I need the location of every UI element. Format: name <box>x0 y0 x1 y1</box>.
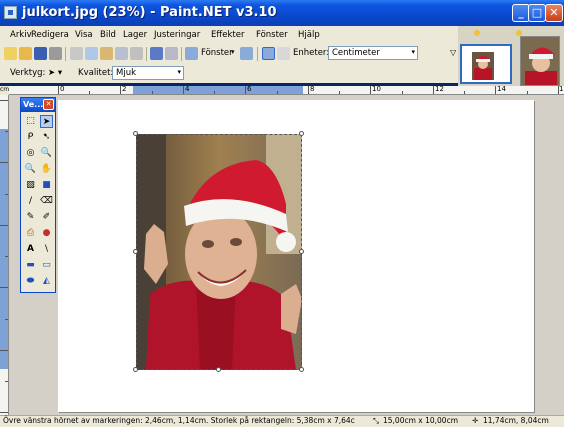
selection-handle[interactable] <box>299 249 304 254</box>
menu-visa[interactable]: Visa <box>75 30 93 40</box>
status-bar: Övre vänstra hörnet av markeringen: 2,46… <box>0 415 564 427</box>
pencil-icon[interactable]: ✎ <box>24 211 37 224</box>
quality-label: Kvalitet: <box>78 68 114 78</box>
move-selection-tool-icon[interactable]: ➷ <box>40 131 53 144</box>
menu-arkiv[interactable]: Arkiv <box>10 30 32 40</box>
rounded-rectangle-icon[interactable]: ▭ <box>40 259 53 272</box>
rectangle-select-icon[interactable]: ⬚ <box>24 115 37 128</box>
thumbnail-julkort[interactable] <box>460 44 512 84</box>
title-bar: julkort.jpg (23%) - Paint.NET v3.10 _ □ … <box>0 0 564 26</box>
new-file-icon[interactable] <box>4 47 17 60</box>
units-select[interactable]: Centimeter ▾ <box>328 46 418 60</box>
text-tool-icon[interactable]: A <box>24 243 37 256</box>
menu-lager[interactable]: Lager <box>123 30 147 40</box>
recolor-icon[interactable]: ● <box>40 227 53 240</box>
current-tool-icon[interactable]: ➤ ▾ <box>48 68 62 78</box>
crop-icon[interactable] <box>115 47 128 60</box>
lasso-select-icon[interactable]: ᑭ <box>24 131 37 144</box>
menu-justeringar[interactable]: Justeringar <box>154 30 200 40</box>
menu-bar: Arkiv Redigera Visa Bild Lager Justering… <box>0 26 458 44</box>
selection-handle[interactable] <box>133 131 138 136</box>
window-title: julkort.jpg (23%) - Paint.NET v3.10 <box>22 5 277 20</box>
selection-handle[interactable] <box>133 249 138 254</box>
canvas-workspace[interactable] <box>9 95 564 415</box>
paint-bucket-icon[interactable]: ▧ <box>24 179 37 192</box>
thumbnail-second-image[interactable] <box>520 36 560 86</box>
menu-hjalp[interactable]: Hjälp <box>298 30 320 40</box>
paint-net-icon[interactable] <box>4 6 17 19</box>
toolbar-overflow-icon[interactable]: ▽ <box>450 48 456 57</box>
image-size-icon: ⤡ <box>373 416 379 425</box>
horizontal-ruler: 0 2 4 6 8 10 12 14 16 <box>9 86 564 95</box>
cursor-position-icon: ✛ <box>472 416 479 425</box>
grid-icon[interactable] <box>262 47 275 60</box>
paintbrush-icon[interactable]: / <box>24 195 37 208</box>
selection-handle[interactable] <box>133 367 138 372</box>
magic-wand-icon[interactable]: 🔍 <box>24 163 37 176</box>
save-icon[interactable] <box>34 47 47 60</box>
cut-icon[interactable] <box>70 47 83 60</box>
open-file-icon[interactable] <box>19 47 32 60</box>
eraser-icon[interactable]: ⌫ <box>40 195 53 208</box>
modified-indicator-icon <box>474 30 480 36</box>
selection-info: Övre vänstra hörnet av markeringen: 2,46… <box>3 416 355 425</box>
ellipse-shape-icon[interactable]: ⬬ <box>24 275 37 288</box>
rectangle-shape-icon[interactable]: ▬ <box>24 259 37 272</box>
tools-window-title[interactable]: Ve... ✕ <box>21 98 55 112</box>
undo-icon[interactable] <box>150 47 163 60</box>
paste-icon[interactable] <box>100 47 113 60</box>
main-toolbar: Fönster ▾ Enheter: Centimeter ▾ ▽ <box>0 44 458 64</box>
image-thumbnails <box>458 26 564 86</box>
units-label: Enheter: <box>293 48 330 58</box>
zoom-icon[interactable] <box>185 47 198 60</box>
close-tools-icon[interactable]: ✕ <box>43 99 54 110</box>
menu-redigera[interactable]: Redigera <box>31 30 69 40</box>
ruler-icon[interactable] <box>277 47 290 60</box>
menu-fonster[interactable]: Fönster <box>256 30 288 40</box>
clone-stamp-icon[interactable]: ⎙ <box>24 227 37 240</box>
image-size: 15,00cm x 10,00cm <box>383 416 459 425</box>
line-tool-icon[interactable]: \ <box>40 243 53 256</box>
ellipse-select-icon[interactable]: ◎ <box>24 147 37 160</box>
menu-bild[interactable]: Bild <box>100 30 116 40</box>
print-icon[interactable] <box>49 47 62 60</box>
freeform-shape-icon[interactable]: ◭ <box>40 275 53 288</box>
image-canvas[interactable] <box>58 100 534 412</box>
menu-effekter[interactable]: Effekter <box>211 30 244 40</box>
maximize-button[interactable]: □ <box>528 4 546 22</box>
gradient-icon[interactable]: ■ <box>40 179 53 192</box>
tool-label: Verktyg: <box>10 68 46 78</box>
rectangle-selection[interactable] <box>136 134 302 370</box>
zoom-in-icon[interactable] <box>240 47 253 60</box>
selection-handle[interactable] <box>299 367 304 372</box>
close-button[interactable]: ✕ <box>545 4 563 22</box>
quality-select[interactable]: Mjuk ▾ <box>112 66 184 80</box>
deselect-icon[interactable] <box>130 47 143 60</box>
move-selection-icon[interactable]: ➤ <box>40 115 53 128</box>
color-picker-icon[interactable]: ✐ <box>40 211 53 224</box>
selection-handle[interactable] <box>216 367 221 372</box>
copy-icon[interactable] <box>85 47 98 60</box>
redo-icon[interactable] <box>165 47 178 60</box>
pan-tool-icon[interactable]: ✋ <box>40 163 53 176</box>
tool-options-bar: Verktyg: ➤ ▾ Kvalitet: Mjuk ▾ <box>0 64 458 83</box>
selection-handle[interactable] <box>299 131 304 136</box>
cursor-position: 11,74cm, 8,04cm <box>483 416 549 425</box>
zoom-tool-icon[interactable]: 🔍 <box>40 147 53 160</box>
vertical-ruler <box>0 95 9 415</box>
ruler-unit-corner: cm <box>0 86 10 95</box>
tools-window: Ve... ✕ ⬚ ➤ ᑭ ➷ ◎ 🔍 🔍 ✋ ▧ ■ / ⌫ ✎ ✐ ⎙ ● … <box>20 97 56 293</box>
zoom-dropdown-icon[interactable]: ▾ <box>231 48 235 56</box>
zoom-combo-label[interactable]: Fönster <box>201 48 233 58</box>
